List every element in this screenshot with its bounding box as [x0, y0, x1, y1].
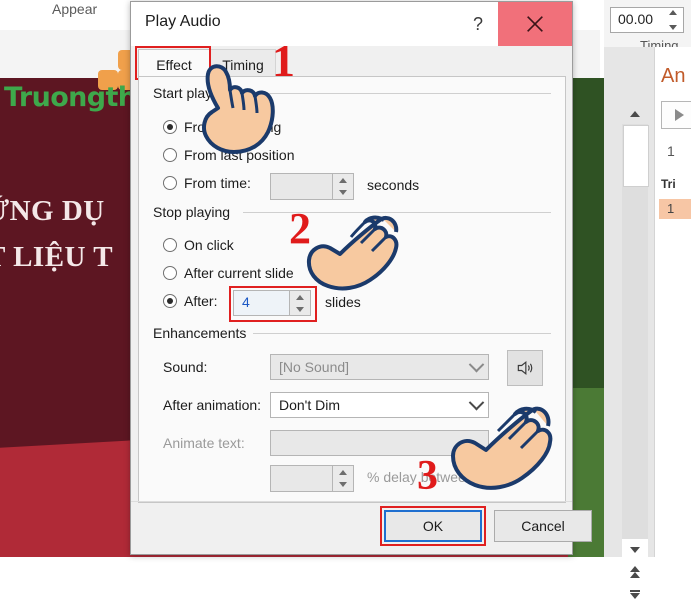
speaker-icon — [517, 360, 533, 376]
animate-text-select — [270, 430, 489, 456]
vertical-scrollbar-thumb[interactable] — [623, 125, 649, 187]
radio-from-beginning-indicator — [163, 120, 177, 134]
radio-after-slides-indicator — [163, 294, 177, 308]
cancel-button[interactable]: Cancel — [494, 510, 592, 542]
radio-after-current-slide-label: After current slide — [184, 265, 294, 281]
radio-from-beginning-label: From beginning — [184, 119, 282, 135]
dialog-title: Play Audio — [145, 13, 221, 30]
animation-trigger-label: Tri — [661, 177, 676, 191]
ok-button-highlight — [380, 506, 486, 546]
caret-down-icon — [630, 547, 640, 553]
tab-effect-highlight — [135, 46, 211, 80]
next-slide-button[interactable] — [626, 585, 644, 603]
sound-label: Sound: — [163, 359, 208, 375]
dialog-tab-strip: Effect Timing — [131, 46, 572, 80]
right-panel: 00.00 Timing An 1 Tri 1 — [604, 0, 691, 599]
radio-from-last-position[interactable]: From last position — [163, 147, 294, 163]
slide-green-strip-dark — [568, 78, 604, 388]
radio-after-current-slide[interactable]: After current slide — [163, 265, 294, 281]
radio-from-time[interactable]: From time: — [163, 175, 251, 191]
radio-on-click[interactable]: On click — [163, 237, 234, 253]
start-playing-group-label: Start playing — [153, 85, 238, 101]
enhancements-group-label: Enhancements — [153, 325, 254, 341]
radio-after-current-slide-indicator — [163, 266, 177, 280]
delay-percent-spinner — [332, 466, 353, 491]
delay-percent-input — [270, 465, 354, 492]
play-from-icon — [674, 109, 684, 121]
delay-suffix-label: % delay between — [367, 469, 474, 485]
screenshot-root: Appear ỨNG DỤ T LIỆU T Truongthinh.info … — [0, 0, 691, 599]
chevron-down-icon — [464, 355, 488, 379]
animate-text-label: Animate text: — [163, 435, 245, 451]
animation-pane: An 1 Tri 1 — [654, 47, 691, 557]
after-animation-select[interactable]: Don't Dim — [270, 392, 489, 418]
duration-spinner[interactable]: 00.00 — [610, 7, 684, 33]
animation-item-number: 1 — [667, 143, 675, 159]
close-button[interactable] — [498, 2, 572, 46]
dialog-title-bar: Play Audio ? — [131, 2, 572, 47]
stop-playing-group-label: Stop playing — [153, 204, 238, 220]
help-button[interactable]: ? — [458, 2, 498, 46]
animation-pane-title: An — [661, 65, 686, 87]
radio-from-time-label: From time: — [184, 175, 251, 191]
duration-value: 00.00 — [618, 11, 654, 27]
caret-up-icon — [630, 111, 640, 117]
sound-select[interactable]: [No Sound] — [270, 354, 489, 380]
from-time-input[interactable] — [270, 173, 354, 200]
animation-list-item-number: 1 — [667, 201, 675, 216]
sound-value: [No Sound] — [279, 359, 350, 375]
radio-on-click-indicator — [163, 238, 177, 252]
scroll-up-button[interactable] — [622, 104, 648, 124]
close-icon — [527, 16, 543, 32]
dialog-footer-divider — [131, 501, 572, 502]
radio-from-beginning[interactable]: From beginning — [163, 119, 281, 135]
radio-from-time-indicator — [163, 176, 177, 190]
radio-on-click-label: On click — [184, 237, 234, 253]
next-slide-icon — [630, 589, 640, 599]
after-animation-label: After animation: — [163, 397, 262, 413]
play-audio-dialog: Play Audio ? Effect Timing Start playing… — [130, 1, 592, 555]
scroll-down-button[interactable] — [622, 539, 648, 561]
stop-playing-divider — [243, 212, 551, 213]
sound-preview-button[interactable] — [507, 350, 543, 386]
animation-play-button[interactable] — [661, 101, 691, 129]
from-time-unit-label: seconds — [367, 177, 420, 193]
chevron-down-icon — [464, 393, 488, 417]
start-playing-divider — [243, 93, 551, 94]
after-slides-unit-label: slides — [325, 294, 361, 310]
animation-effect-appear-label: Appear — [52, 1, 98, 17]
duration-spinner-arrows[interactable] — [667, 10, 679, 30]
effect-tab-panel: Start playing From beginning From last p… — [138, 76, 566, 503]
previous-slide-icon — [630, 566, 640, 578]
right-ribbon-area: 00.00 Timing — [604, 0, 691, 53]
after-slides-input[interactable]: 4 — [229, 286, 317, 322]
enhancements-divider — [253, 333, 551, 334]
from-time-spinner[interactable] — [332, 174, 353, 199]
radio-from-last-position-indicator — [163, 148, 177, 162]
after-slides-highlight — [229, 286, 317, 322]
animation-list-item[interactable]: 1 — [659, 199, 691, 219]
previous-slide-button[interactable] — [626, 563, 644, 581]
radio-after-slides[interactable]: After: — [163, 293, 217, 309]
radio-from-last-position-label: From last position — [184, 147, 295, 163]
after-animation-value: Don't Dim — [279, 397, 341, 413]
radio-after-slides-label: After: — [184, 293, 218, 309]
